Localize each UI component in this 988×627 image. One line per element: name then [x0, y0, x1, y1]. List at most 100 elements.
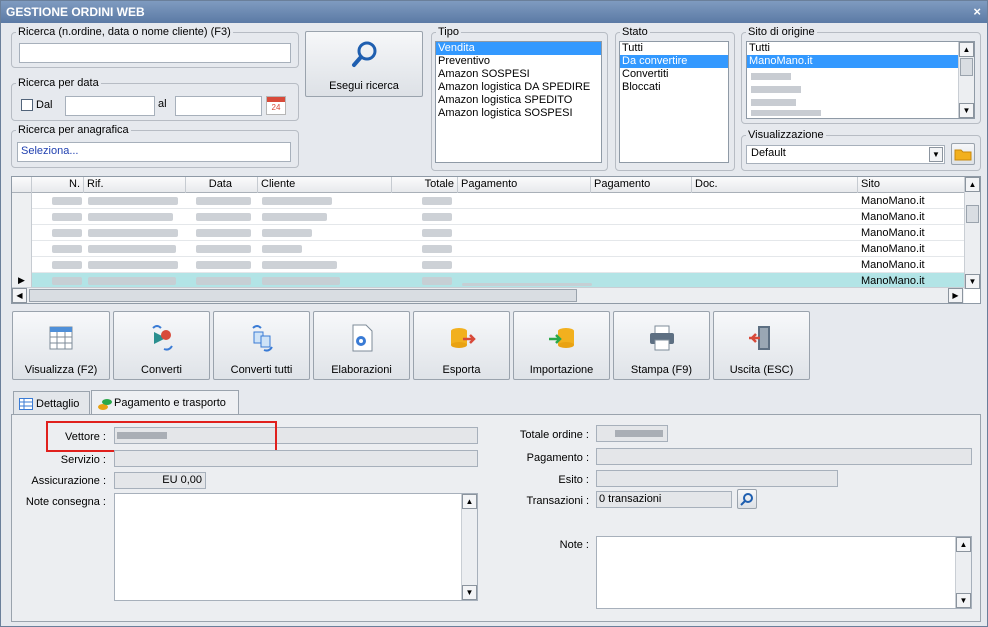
assicurazione-field[interactable]: EU 0,00	[114, 472, 206, 489]
date-from-checkbox[interactable]	[21, 99, 33, 111]
esito-field[interactable]	[596, 470, 838, 487]
folder-icon	[954, 149, 972, 161]
grid-view-icon	[49, 326, 73, 350]
col-header[interactable]: Totale	[392, 177, 458, 193]
table-row[interactable]: ManoMano.it	[12, 225, 964, 241]
stato-item[interactable]: Tutti	[620, 42, 728, 55]
col-header[interactable]: N.	[32, 177, 84, 193]
col-header[interactable]: Data	[186, 177, 258, 193]
sito-scrollbar[interactable]: ▲ ▼	[958, 42, 974, 118]
row-indicator	[12, 209, 32, 225]
printer-icon	[649, 325, 674, 351]
tab-dettaglio-label: Dettaglio	[36, 398, 80, 410]
totale-ordine-field[interactable]	[596, 425, 668, 442]
stato-item[interactable]: Bloccati	[620, 81, 728, 94]
scroll-down-icon[interactable]: ▼	[965, 274, 980, 289]
sito-item[interactable]: Tutti	[747, 42, 974, 55]
converti-tutti-button[interactable]: Converti tutti	[213, 311, 310, 380]
date-to-field[interactable]	[175, 96, 262, 116]
stampa-button[interactable]: Stampa (F9)	[613, 311, 710, 380]
col-header[interactable]: Rif.	[84, 177, 186, 193]
scroll-left-icon[interactable]: ◀	[12, 288, 27, 303]
scroll-down-icon[interactable]: ▼	[956, 593, 971, 608]
folder-button[interactable]	[951, 143, 975, 165]
transazioni-field[interactable]: 0 transazioni	[596, 491, 732, 508]
converti-label: Converti	[141, 364, 182, 376]
col-header[interactable]: Cliente	[258, 177, 392, 193]
table-row[interactable]: ManoMano.it	[12, 257, 964, 273]
scroll-thumb[interactable]	[966, 205, 979, 223]
scroll-thumb[interactable]	[29, 289, 577, 302]
importazione-button[interactable]: Importazione	[513, 311, 610, 380]
tab-pagamento[interactable]: Pagamento e trasporto	[91, 390, 239, 417]
sito-item[interactable]: ManoMano.it	[747, 55, 960, 68]
note-consegna-scrollbar[interactable]: ▲ ▼	[461, 494, 477, 600]
stato-list[interactable]: Tutti Da convertire Convertiti Bloccati	[619, 41, 729, 163]
stato-item[interactable]: Da convertire	[620, 55, 728, 68]
pagamento-field[interactable]	[596, 448, 972, 465]
visualizza-button[interactable]: Visualizza (F2)	[12, 311, 110, 380]
transazioni-label: Transazioni :	[526, 495, 589, 507]
esporta-button[interactable]: Esporta	[413, 311, 510, 380]
tipo-item[interactable]: Amazon logistica DA SPEDIRE	[436, 81, 601, 94]
scroll-up-icon[interactable]: ▲	[965, 177, 980, 192]
table-row[interactable]: ManoMano.it	[12, 209, 964, 225]
close-icon[interactable]: ×	[973, 1, 981, 23]
note-scrollbar[interactable]: ▲ ▼	[955, 537, 971, 608]
tipo-item[interactable]: Amazon logistica SPEDITO	[436, 94, 601, 107]
scroll-up-icon[interactable]: ▲	[959, 42, 974, 57]
stato-item[interactable]: Convertiti	[620, 68, 728, 81]
scroll-up-icon[interactable]: ▲	[956, 537, 971, 552]
tab-pagamento-label: Pagamento e trasporto	[114, 397, 226, 409]
site-cell: ManoMano.it	[861, 227, 925, 239]
sito-list[interactable]: Tutti ManoMano.it ▲ ▼	[746, 41, 975, 119]
note-textarea[interactable]: ▲ ▼	[596, 536, 972, 609]
esito-label: Esito :	[558, 474, 589, 486]
tipo-item[interactable]: Preventivo	[436, 55, 601, 68]
orders-grid[interactable]: N. Rif. Data Cliente Totale Pagamento Pa…	[11, 176, 981, 304]
grid-vscrollbar[interactable]: ▲ ▼	[964, 177, 980, 289]
row-indicator-header	[12, 177, 32, 193]
col-header[interactable]: Doc.	[692, 177, 858, 193]
esporta-label: Esporta	[442, 364, 481, 376]
tipo-list[interactable]: Vendita Preventivo Amazon SOSPESI Amazon…	[435, 41, 602, 163]
elaborazioni-button[interactable]: Elaborazioni	[313, 311, 410, 380]
row-indicator	[12, 257, 32, 273]
registry-select-field[interactable]: Seleziona...	[17, 142, 291, 162]
table-row[interactable]: ManoMano.it	[12, 193, 964, 209]
search-legend: Ricerca (n.ordine, data o nome cliente) …	[18, 26, 231, 38]
scroll-down-icon[interactable]: ▼	[462, 585, 477, 600]
tipo-item[interactable]: Vendita	[436, 42, 601, 55]
export-database-icon	[450, 328, 476, 348]
main-window: GESTIONE ORDINI WEB × Ricerca (n.ordine,…	[0, 0, 988, 627]
chevron-down-icon[interactable]: ▼	[929, 147, 943, 162]
scroll-down-icon[interactable]: ▼	[959, 103, 974, 118]
uscita-button[interactable]: Uscita (ESC)	[713, 311, 810, 380]
visualizzazione-select[interactable]: Default ▼	[746, 145, 945, 164]
table-row[interactable]: ManoMano.it	[12, 241, 964, 257]
highlight-box	[46, 421, 277, 452]
tipo-legend: Tipo	[438, 26, 459, 38]
scroll-thumb[interactable]	[960, 58, 973, 76]
col-header[interactable]: Sito	[858, 177, 964, 193]
scroll-up-icon[interactable]: ▲	[462, 494, 477, 509]
col-header[interactable]: Pagamento	[591, 177, 692, 193]
calendar-icon[interactable]: 24	[266, 96, 286, 115]
scroll-right-icon[interactable]: ▶	[948, 288, 963, 303]
tipo-item[interactable]: Amazon logistica SOSPESI	[436, 107, 601, 120]
search-icon	[352, 41, 377, 67]
grid-hscrollbar[interactable]: ◀ ▶	[12, 287, 964, 303]
stampa-label: Stampa (F9)	[630, 364, 693, 376]
date-from-field[interactable]	[65, 96, 155, 116]
col-header[interactable]: Pagamento	[458, 177, 591, 193]
row-indicator	[12, 241, 32, 257]
tipo-item[interactable]: Amazon SOSPESI	[436, 68, 601, 81]
transazioni-search-button[interactable]	[737, 489, 757, 509]
converti-button[interactable]: Converti	[113, 311, 210, 380]
search-input[interactable]	[19, 43, 291, 63]
run-search-button[interactable]: Esegui ricerca	[305, 31, 423, 97]
totale-ordine-label: Totale ordine :	[519, 429, 589, 441]
servizio-field[interactable]	[114, 450, 478, 467]
importazione-label: Importazione	[529, 364, 594, 376]
note-consegna-textarea[interactable]: ▲ ▼	[114, 493, 478, 601]
